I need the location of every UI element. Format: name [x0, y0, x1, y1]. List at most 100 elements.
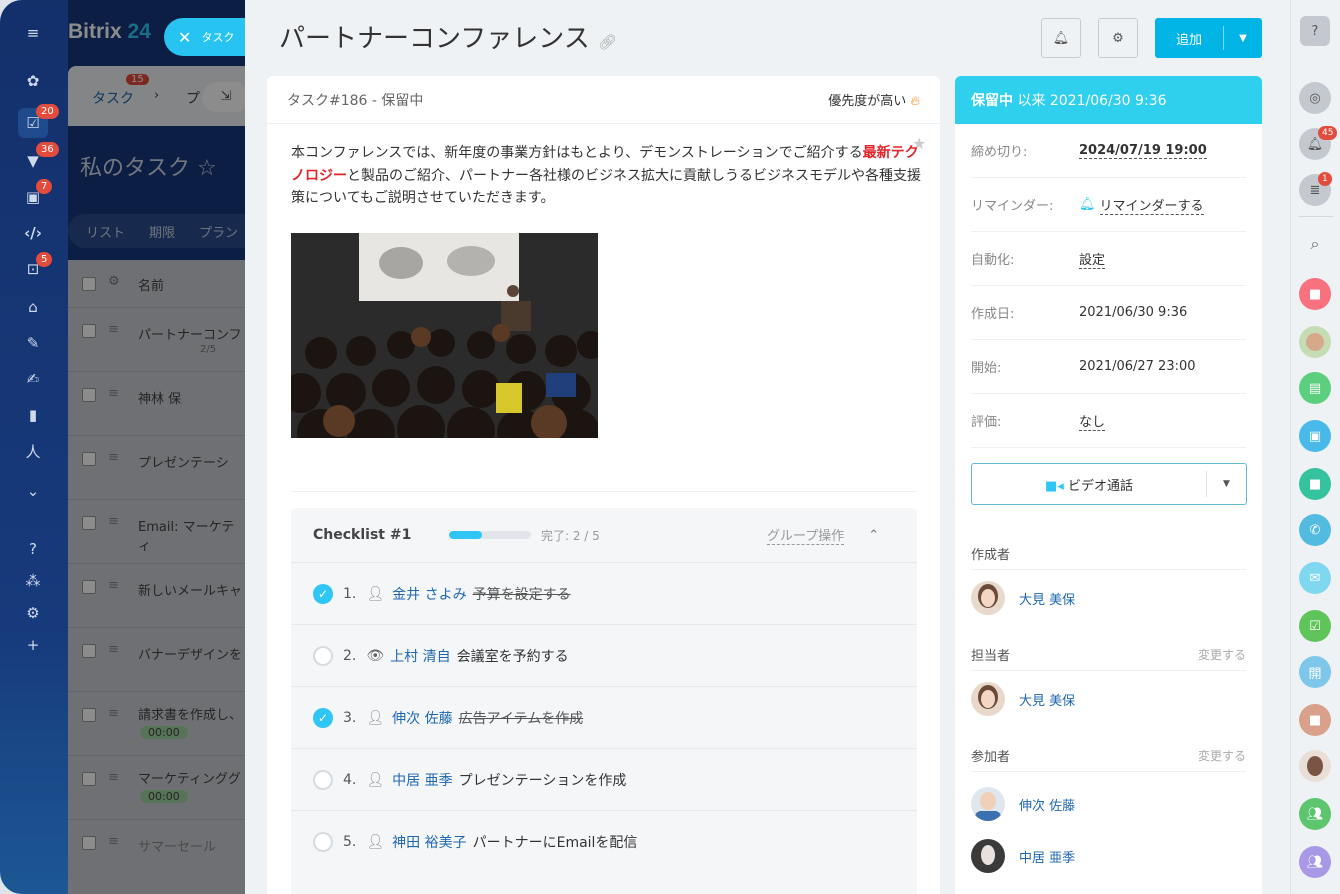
unchecked-circle-icon[interactable] — [313, 769, 333, 790]
user-icon: 👤︎ — [366, 585, 385, 602]
eye-icon: 👁︎ — [366, 647, 385, 664]
contact-card-icon[interactable]: ▣ — [1299, 420, 1331, 452]
checklist-item[interactable]: ✓ 1. 👤︎ 金井 さよみ 予算を設定する — [291, 562, 917, 624]
copilot-icon[interactable]: ◎ — [1299, 82, 1331, 114]
created-value: 2021/06/30 9:36 — [1079, 305, 1188, 320]
chart-icon[interactable]: ▮ — [22, 404, 44, 426]
more-icon[interactable]: ⌄ — [22, 480, 44, 502]
close-tab-label: タスク — [201, 31, 235, 44]
team-icon[interactable]: 👥︎ — [1299, 846, 1331, 878]
participant-person[interactable]: 伸次 佐藤 — [971, 780, 1246, 828]
checklist-icon[interactable]: ☑ — [1299, 610, 1331, 642]
task-content: タスク#186 - 保留中 優先度が高い 🔥︎ ★ 本コンファレンスでは、新年度… — [267, 76, 940, 894]
participants-change-link[interactable]: 変更する — [1198, 747, 1246, 764]
document-icon[interactable]: ▤ — [1299, 372, 1331, 404]
checklist-item[interactable]: 4. 👤︎ 中居 亜季 プレゼンテーションを作成 — [291, 748, 917, 810]
creator-section: 作成者 — [971, 538, 1246, 570]
status-bar: 保留中 以来 2021/06/30 9:36 — [955, 76, 1262, 124]
chevron-up-icon[interactable]: ⌃ — [868, 528, 879, 543]
automation-row: 自動化: 設定 — [971, 232, 1246, 286]
chevron-down-icon[interactable]: ▼ — [1224, 33, 1262, 44]
checklist-item[interactable]: 5. 👤︎ 神田 裕美子 パートナーにEmailを配信 — [291, 810, 917, 872]
start-row: 開始: 2021/06/27 23:00 — [971, 340, 1246, 394]
video-icon[interactable]: ■ — [1299, 278, 1331, 310]
contacts-badge: 7 — [36, 179, 53, 194]
reminder-row: リマインダー: 🔔︎ リマインダーする — [971, 178, 1246, 232]
check-icon[interactable]: ✓ — [313, 707, 333, 728]
background-app: Bitrix 24 タスク 15 › プ ⇲ 私のタスク ☆ リスト 期限 プラ… — [68, 0, 245, 894]
open-channel-icon[interactable]: 開 — [1299, 656, 1331, 688]
task-description: 本コンファレンスでは、新年度の事業方針はもとより、デモンストレーションでご紹介す… — [291, 145, 921, 206]
unchecked-circle-icon[interactable] — [313, 831, 333, 852]
unchecked-circle-icon[interactable] — [313, 645, 333, 666]
add-button[interactable]: 追加 ▼ — [1155, 18, 1262, 58]
avatar[interactable] — [1299, 326, 1331, 358]
phone-icon[interactable]: ✆ — [1299, 514, 1331, 546]
close-icon: ✕ — [178, 27, 192, 47]
video-call-button[interactable]: ■◂ ビデオ通話 ▼ — [971, 463, 1247, 505]
message-icon[interactable]: ✉ — [1299, 562, 1331, 594]
code-icon[interactable]: ‹/› — [22, 222, 44, 244]
rating-value[interactable]: なし — [1079, 411, 1106, 431]
reminder-value[interactable]: リマインダーする — [1099, 195, 1204, 215]
chevron-down-icon[interactable]: ▼ — [1207, 479, 1246, 489]
close-task-tab[interactable]: ✕ タスク — [164, 18, 248, 56]
assignee-change-link[interactable]: 変更する — [1198, 646, 1246, 663]
avatar — [971, 839, 1005, 873]
feed-icon[interactable]: ✿ — [22, 70, 44, 92]
participant-person[interactable]: 中居 亜季 — [971, 832, 1246, 880]
participants-section: 参加者 変更する — [971, 740, 1246, 772]
video-camera-icon[interactable]: ■ — [1299, 468, 1331, 500]
avatar — [971, 787, 1005, 821]
creator-person[interactable]: 大見 美保 — [971, 574, 1246, 622]
robot-badge: 5 — [36, 252, 53, 267]
deadline-row: 締め切り: 2024/07/19 19:00 — [971, 124, 1246, 178]
task-info-panel: 保留中 以来 2021/06/30 9:36 締め切り: 2024/07/19 1… — [955, 76, 1262, 894]
help-icon[interactable]: ? — [1300, 16, 1330, 46]
rating-row: 評価: なし — [971, 394, 1246, 448]
menu-icon[interactable]: ≡ — [22, 22, 44, 44]
structure-icon[interactable]: ⁂ — [22, 570, 44, 592]
camera-icon[interactable]: ■ — [1299, 704, 1331, 736]
tasks-badge: 20 — [36, 104, 59, 119]
group-action-link[interactable]: グループ操作 — [767, 525, 845, 545]
bell-icon: 🔔︎ — [1079, 197, 1096, 212]
notifications-badge: 45 — [1318, 126, 1338, 140]
checklist-title[interactable]: Checklist #1 — [313, 527, 449, 543]
link-icon[interactable]: 🔗︎ — [598, 33, 617, 51]
settings-icon[interactable]: ⚙ — [22, 602, 44, 624]
user-icon: 👤︎ — [366, 833, 385, 850]
checklist-item[interactable]: 2. 👁︎ 上村 清自 会議室を予約する — [291, 624, 917, 686]
assignee-person[interactable]: 大見 美保 — [971, 675, 1246, 723]
task-slider: パートナーコンファレンス 🔗︎ 🔔︎ ⚙ 追加 ▼ タスク#186 - 保留中 … — [245, 0, 1290, 894]
settings-button[interactable]: ⚙ — [1098, 18, 1138, 58]
priority-label[interactable]: 優先度が高い 🔥︎ — [828, 90, 920, 109]
status-label: 保留中 — [971, 93, 1013, 109]
checklist: Checklist #1 完了: 2 / 5 グループ操作 ⌃ ✓ 1. 👤︎ … — [291, 508, 917, 894]
add-icon[interactable]: + — [22, 634, 44, 656]
avatar[interactable] — [1299, 750, 1331, 782]
store-icon[interactable]: ⌂ — [22, 296, 44, 318]
conference-photo[interactable] — [291, 233, 598, 438]
group-icon[interactable]: 👥︎ — [1299, 798, 1331, 830]
checklist-header: Checklist #1 完了: 2 / 5 グループ操作 ⌃ — [313, 508, 913, 562]
right-rail: ? ◎ 🔔︎ 45 ≣ 1 ⌕ ■ ▤ ▣ ■ ✆ ✉ ☑ 開 ■ 👥︎ 👥︎ — [1290, 0, 1340, 894]
edit-doc-icon[interactable]: ✎ — [22, 332, 44, 354]
automation-value[interactable]: 設定 — [1079, 249, 1106, 269]
flame-icon: 🔥︎ — [910, 94, 920, 109]
left-sidebar: ≡ ✿ ☑ 20 ▼ 36 ▣ 7 ‹/› ⊡ 5 ⌂ ✎ ✍ ▮ 人 ⌄ ? … — [0, 0, 68, 894]
bell-icon: 🔔︎ — [1052, 30, 1070, 46]
people-icon[interactable]: 人 — [22, 440, 44, 462]
gear-icon: ⚙ — [1112, 30, 1124, 46]
filter-badge: 36 — [36, 142, 59, 157]
checklist-item[interactable]: ✓ 3. 👤︎ 伸次 佐藤 広告アイテムを作成 — [291, 686, 917, 748]
overlay-dim — [68, 0, 245, 894]
deadline-value[interactable]: 2024/07/19 19:00 — [1079, 143, 1207, 159]
search-icon[interactable]: ⌕ — [1299, 228, 1331, 260]
help-icon[interactable]: ? — [22, 538, 44, 560]
video-call-label: ビデオ通話 — [1067, 478, 1133, 494]
bell-button[interactable]: 🔔︎ — [1041, 18, 1081, 58]
sign-icon[interactable]: ✍ — [22, 368, 44, 390]
task-title: パートナーコンファレンス 🔗︎ — [279, 24, 618, 54]
check-icon[interactable]: ✓ — [313, 583, 333, 604]
